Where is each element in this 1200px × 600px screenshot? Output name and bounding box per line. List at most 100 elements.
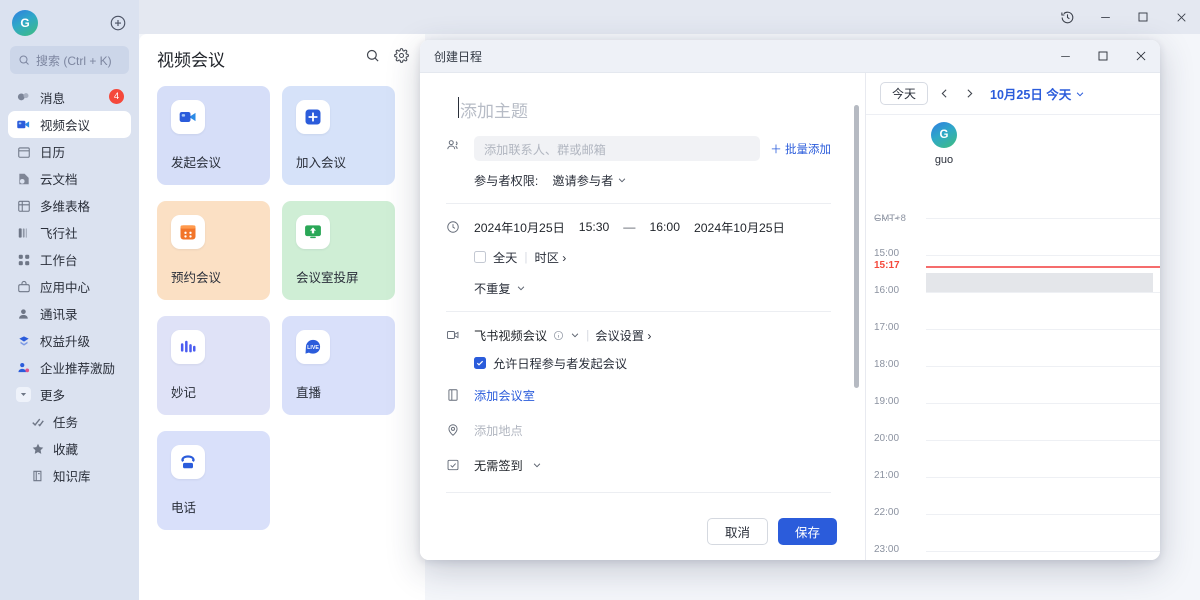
sidebar-item-wiki[interactable]: 知识库 — [8, 462, 131, 489]
panel-header-icons — [365, 48, 409, 68]
start-date[interactable]: 2024年10月25日 — [474, 218, 565, 236]
dialog-body: 添加主题 添加联系人、群或邮箱 参与者权限: 邀请参与者 — [420, 73, 1160, 560]
calendar-preview: 今天 10月25日 今天 G guo GMT+8 — [865, 73, 1160, 560]
hour-label: 15:00 — [874, 248, 899, 259]
meeting-settings-link[interactable]: 会议设置 › — [595, 326, 651, 344]
search-input[interactable]: 搜索 (Ctrl + K) — [10, 46, 129, 74]
cloud-doc-icon — [16, 171, 31, 186]
sidebar-item-cloud-doc[interactable]: 云文档 — [8, 165, 131, 192]
tile-live[interactable]: LIVE 直播 — [282, 316, 395, 415]
sidebar-item-feixingshe[interactable]: 飞行社 — [8, 219, 131, 246]
permission-value[interactable]: 邀请参与者 — [552, 171, 613, 189]
sidebar-item-tasks[interactable]: 任务 — [8, 408, 131, 435]
sidebar-item-label: 知识库 — [53, 466, 91, 485]
sidebar-item-favorites[interactable]: 收藏 — [8, 435, 131, 462]
attendees-icon — [446, 136, 474, 152]
repeat-selector[interactable]: 不重复 — [474, 266, 831, 297]
join-meeting-icon — [296, 100, 330, 134]
allow-start-row[interactable]: 允许日程参与者发起会议 — [474, 344, 831, 372]
gear-icon[interactable] — [394, 48, 409, 68]
sidebar-item-label: 任务 — [53, 412, 78, 431]
description-row[interactable]: 添加描述 — [446, 493, 831, 503]
chevron-down-icon — [16, 387, 31, 402]
tile-schedule-meeting[interactable]: 预约会议 — [157, 201, 270, 300]
add-room-row[interactable]: 添加会议室 — [446, 372, 831, 405]
signin-row[interactable]: 无需签到 — [446, 440, 831, 475]
end-date[interactable]: 2024年10月25日 — [694, 218, 785, 236]
tile-join-meeting[interactable]: 加入会议 — [282, 86, 395, 185]
allow-start-checkbox[interactable] — [474, 357, 486, 369]
sidebar-item-label: 日历 — [40, 142, 65, 161]
tile-room-cast[interactable]: 会议室投屏 — [282, 201, 395, 300]
sidebar-more-toggle[interactable]: 更多 — [8, 381, 131, 408]
tile-start-meeting[interactable]: 发起会议 — [157, 86, 270, 185]
history-icon[interactable] — [1048, 0, 1086, 34]
meeting-type-value[interactable]: 飞书视频会议 — [474, 326, 547, 344]
datetime-line: 2024年10月25日 15:30 — 16:00 2024年10月25日 — [474, 218, 831, 236]
sidebar-item-video-meeting[interactable]: 视频会议 — [8, 111, 131, 138]
datetime-body: 2024年10月25日 15:30 — 16:00 2024年10月25日 全天… — [474, 218, 831, 297]
sidebar-item-workplace[interactable]: 工作台 — [8, 246, 131, 273]
add-room-link[interactable]: 添加会议室 — [474, 389, 535, 403]
calendar-icon — [16, 144, 31, 159]
sidebar-item-upgrade[interactable]: 权益升级 — [8, 327, 131, 354]
allday-label: 全天 — [493, 248, 517, 266]
hour-label: 17:00 — [874, 322, 899, 333]
avatar[interactable]: G — [12, 10, 38, 36]
sidebar-item-label: 权益升级 — [40, 331, 90, 350]
dialog-minimize-button[interactable] — [1046, 40, 1084, 73]
dialog-scrollbar[interactable] — [854, 105, 859, 388]
today-button[interactable]: 今天 — [880, 82, 928, 105]
vertical-separator: | — [586, 328, 589, 342]
busy-event-block[interactable] — [926, 273, 1153, 292]
hour-line — [926, 366, 1160, 367]
tile-label: 妙记 — [171, 382, 196, 401]
add-location-row[interactable]: 添加地点 — [446, 405, 831, 440]
add-circle-icon[interactable] — [109, 14, 127, 32]
signin-value[interactable]: 无需签到 — [474, 459, 523, 473]
prev-day-button[interactable] — [936, 87, 953, 100]
sidebar-item-bitable[interactable]: 多维表格 — [8, 192, 131, 219]
chevron-down-icon — [1075, 89, 1085, 99]
maximize-button[interactable] — [1124, 0, 1162, 34]
message-icon — [16, 90, 31, 105]
minutes-icon — [171, 330, 205, 364]
hour-label: 21:00 — [874, 470, 899, 481]
attendee-input[interactable]: 添加联系人、群或邮箱 — [474, 136, 760, 161]
hour-row: 18:00 — [866, 366, 1160, 403]
subject-input[interactable]: 添加主题 — [446, 95, 831, 136]
minimize-button[interactable] — [1086, 0, 1124, 34]
dialog-maximize-button[interactable] — [1084, 40, 1122, 73]
add-room-body: 添加会议室 — [474, 386, 831, 405]
info-icon — [553, 330, 564, 341]
workplace-icon — [16, 252, 31, 267]
tile-minutes[interactable]: 妙记 — [157, 316, 270, 415]
tile-phone[interactable]: 电话 — [157, 431, 270, 530]
calendar-grid[interactable]: 14:00 15:00 16:00 17:00 — [866, 218, 1160, 560]
allday-checkbox[interactable] — [474, 251, 486, 263]
tile-label: 直播 — [296, 382, 321, 401]
calendar-date-selector[interactable]: 10月25日 今天 — [990, 84, 1085, 103]
start-time[interactable]: 15:30 — [579, 220, 610, 234]
sidebar-item-referral[interactable]: 企业推荐激励 — [8, 354, 131, 381]
batch-add-button[interactable]: ＋ 批量添加 — [770, 136, 831, 157]
dialog-close-button[interactable] — [1122, 40, 1160, 73]
end-time[interactable]: 16:00 — [649, 220, 680, 234]
cancel-button[interactable]: 取消 — [707, 518, 768, 545]
save-button[interactable]: 保存 — [778, 518, 837, 545]
next-day-button[interactable] — [961, 87, 978, 100]
hour-label: 23:00 — [874, 544, 899, 555]
sidebar-item-app-center[interactable]: 应用中心 — [8, 273, 131, 300]
close-button[interactable] — [1162, 0, 1200, 34]
wiki-icon — [30, 468, 45, 483]
sidebar-item-label: 企业推荐激励 — [40, 358, 115, 377]
sidebar-item-contacts[interactable]: 通讯录 — [8, 300, 131, 327]
hour-row: 19:00 — [866, 403, 1160, 440]
calendar-owner-name: guo — [935, 154, 953, 166]
search-icon[interactable] — [365, 48, 380, 68]
add-location-placeholder[interactable]: 添加地点 — [474, 424, 523, 438]
timezone-link[interactable]: 时区 › — [535, 248, 567, 266]
hour-row: 20:00 — [866, 440, 1160, 477]
sidebar-item-messages[interactable]: 消息 4 — [8, 84, 131, 111]
sidebar-item-calendar[interactable]: 日历 — [8, 138, 131, 165]
